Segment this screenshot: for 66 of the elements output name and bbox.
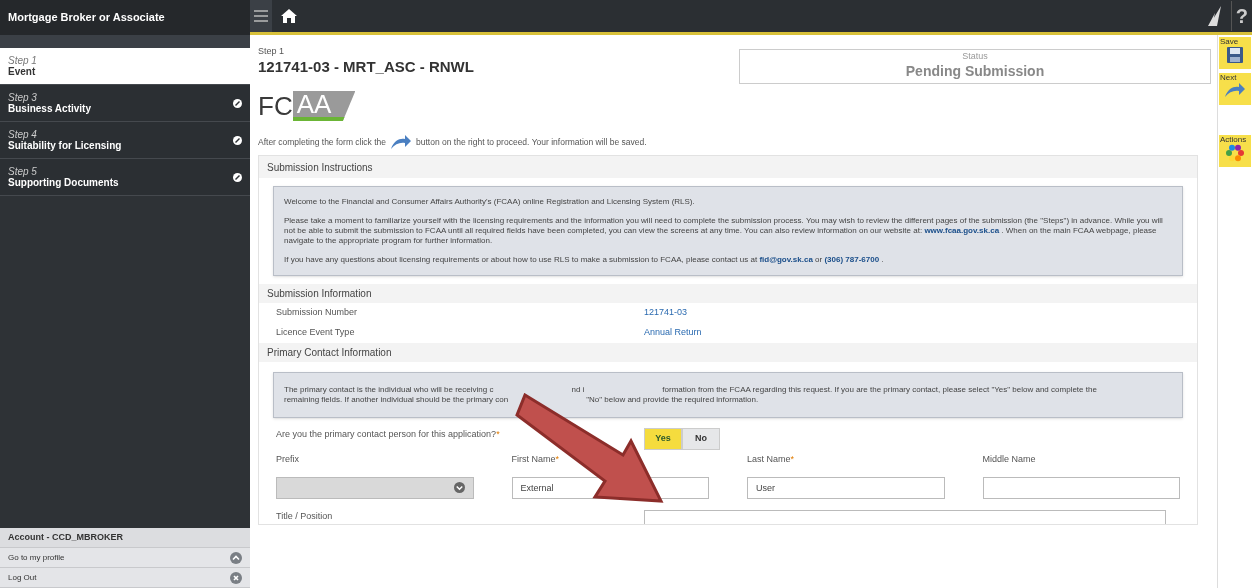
info-link[interactable]: (306) 787-6700: [824, 255, 882, 264]
account-link[interactable]: Go to my profile: [0, 548, 250, 568]
question-label: Are you the primary contact person for this application?*: [276, 428, 501, 441]
color-wheel-icon: [1226, 144, 1244, 162]
curved-arrow-icon: [1224, 82, 1246, 98]
field-label: Prefix: [276, 453, 300, 466]
info-text: remaining fields. If another individual should be the primary con: [284, 395, 509, 405]
status-label: Status: [962, 51, 988, 61]
prefix-dropdown[interactable]: [276, 476, 474, 499]
fcaa-logo: FCAA: [258, 86, 1211, 126]
field-label: Title / Position: [276, 510, 334, 523]
field-label: Licence Event Type: [276, 326, 356, 340]
chevron-up-icon: [230, 551, 242, 564]
field-label: Middle Name: [982, 453, 1037, 466]
menu-icon[interactable]: [250, 0, 272, 32]
page-title: 121741-03 - MRT_ASC - RNWL: [258, 58, 474, 75]
wheat-logo-icon: [1206, 5, 1223, 27]
info-text: The primary contact is the individual who will be receiving c: [284, 385, 494, 395]
section-header: Submission Information: [259, 284, 1197, 303]
step-name: Event: [8, 66, 37, 77]
pencil-icon: [233, 172, 242, 182]
step-number: Step 5: [8, 166, 37, 177]
section-header: Primary Contact Information: [259, 343, 1197, 362]
text-field[interactable]: [982, 476, 1180, 499]
info-paragraph: Please take a moment to familiarize yourself with the licensing requirements and the information you will need to complete the submission process. You may wish to review the different pages of the submission (the "Steps") in advance. While you will not be able to submit the submission to FCAA until all required fields have been completed, you can view the screens at any time. You can also review information on our website at: www.fcaa.gov.sk.ca . When on the main FCAA webpage, please navigate to the appropriate program for further information.: [284, 216, 1164, 246]
curved-arrow-icon: [390, 134, 413, 150]
info-text: nd i: [571, 385, 585, 395]
info-link[interactable]: www.fcaa.gov.sk.ca: [924, 226, 1002, 235]
field-label: Submission Number: [276, 306, 359, 320]
pencil-icon: [233, 135, 242, 145]
toolbar-button[interactable]: Save: [1219, 37, 1251, 69]
pencil-icon: [233, 98, 242, 108]
help-button[interactable]: ?: [1230, 1, 1248, 31]
section-header: Submission Instructions: [259, 156, 1197, 178]
sidebar-title: Mortgage Broker or Associate: [0, 0, 250, 35]
text-field[interactable]: User: [747, 476, 945, 499]
step-label: Step 1: [258, 45, 286, 58]
account-link[interactable]: Log Out: [0, 568, 250, 588]
info-link[interactable]: fid@gov.sk.ca: [759, 255, 816, 264]
toggle-option[interactable]: Yes: [644, 428, 682, 450]
step-name: Business Activity: [8, 103, 91, 114]
step-name: Suitability for Licensing: [8, 140, 122, 151]
info-text: "No" below and provide the required information.: [586, 395, 759, 405]
home-icon[interactable]: [280, 8, 298, 24]
text-field[interactable]: [644, 509, 1166, 524]
step-number: Step 4: [8, 129, 37, 140]
info-paragraph: Welcome to the Financial and Consumer Affairs Authority's (FCAA) online Registration and Licensing System (RLS).: [284, 197, 696, 207]
chevron-down-icon: [453, 482, 465, 493]
field-value: Annual Return: [644, 326, 702, 340]
step-number: Step 3: [8, 92, 37, 103]
hint-text: After completing the form click the: [258, 135, 387, 149]
toggle-option[interactable]: No: [682, 428, 720, 450]
step-item[interactable]: Step 1 Event: [0, 48, 250, 85]
step-number: Step 1: [8, 55, 37, 66]
close-icon: [230, 571, 242, 584]
toolbar-button[interactable]: Actions: [1219, 135, 1251, 167]
hint-text: button on the right to proceed. Your information will be saved.: [416, 135, 647, 149]
step-name: Supporting Documents: [8, 177, 119, 188]
field-label: First Name*: [511, 453, 561, 466]
account-title: Account - CCD_MBROKER: [0, 528, 250, 548]
field-label: Last Name*: [747, 453, 796, 466]
field-value: 121741-03: [644, 306, 688, 320]
info-text: formation from the FCAA regarding this request. If you are the primary contact, please select "Yes" below and complete the: [662, 385, 1097, 395]
toolbar-button[interactable]: Next: [1219, 73, 1251, 105]
info-paragraph: If you have any questions about licensing requirements or about how to use RLS to make a submission to FCAA, please contact us at fid@gov.sk.ca or (306) 787-6700 .: [284, 255, 885, 265]
status-value: Pending Submission: [905, 62, 1045, 81]
